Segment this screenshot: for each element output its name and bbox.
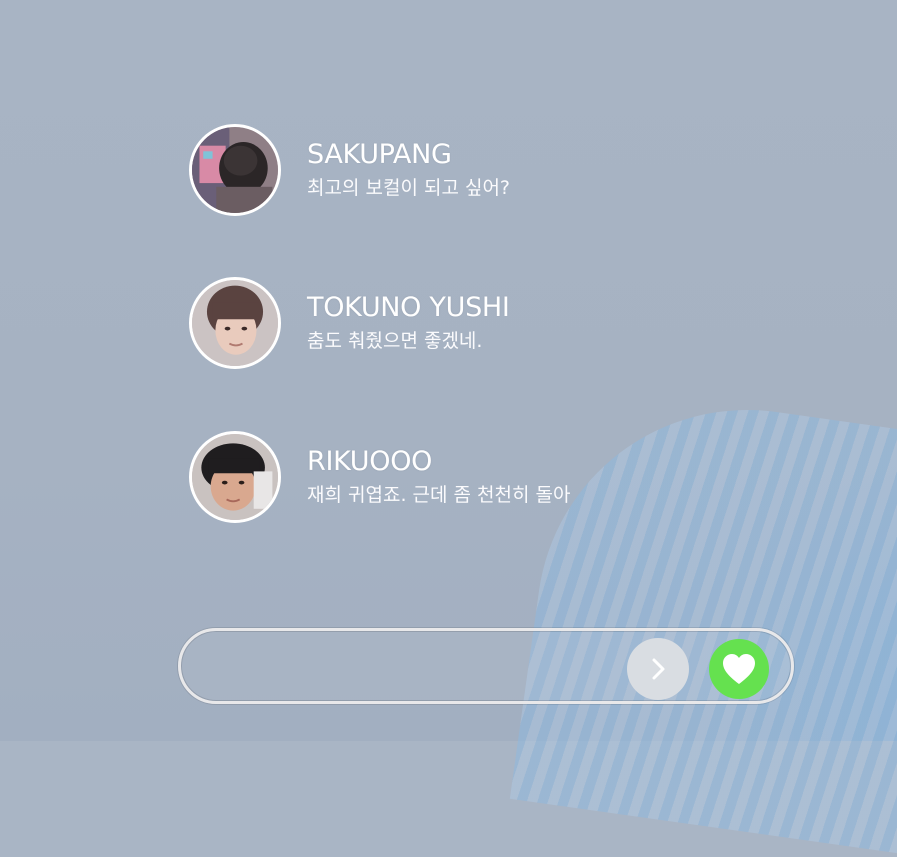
comment-message: 재희 귀엽죠. 근데 좀 천천히 돌아 <box>307 484 571 506</box>
comment-item: SAKUPANG 최고의 보컬이 되고 싶어? <box>189 124 510 216</box>
chevron-right-icon <box>652 658 665 680</box>
comment-item: RIKUOOO 재희 귀엽죠. 근데 좀 천천히 돌아 <box>189 431 570 523</box>
avatar[interactable] <box>189 431 281 523</box>
comment-author: SAKUPANG <box>307 139 452 170</box>
comment-input-bar <box>178 628 794 704</box>
comment-author: TOKUNO YUSHI <box>307 292 510 323</box>
comment-author: RIKUOOO <box>307 446 433 477</box>
avatar[interactable] <box>189 277 281 369</box>
send-button[interactable] <box>627 638 689 700</box>
comment-message: 최고의 보컬이 되고 싶어? <box>307 177 511 199</box>
comment-message: 춤도 춰줬으면 좋겠네. <box>307 330 483 352</box>
like-button[interactable] <box>709 639 769 699</box>
heart-icon <box>723 654 755 684</box>
avatar[interactable] <box>189 124 281 216</box>
comment-item: TOKUNO YUSHI 춤도 춰줬으면 좋겠네. <box>189 277 510 369</box>
comment-input[interactable] <box>205 645 629 689</box>
